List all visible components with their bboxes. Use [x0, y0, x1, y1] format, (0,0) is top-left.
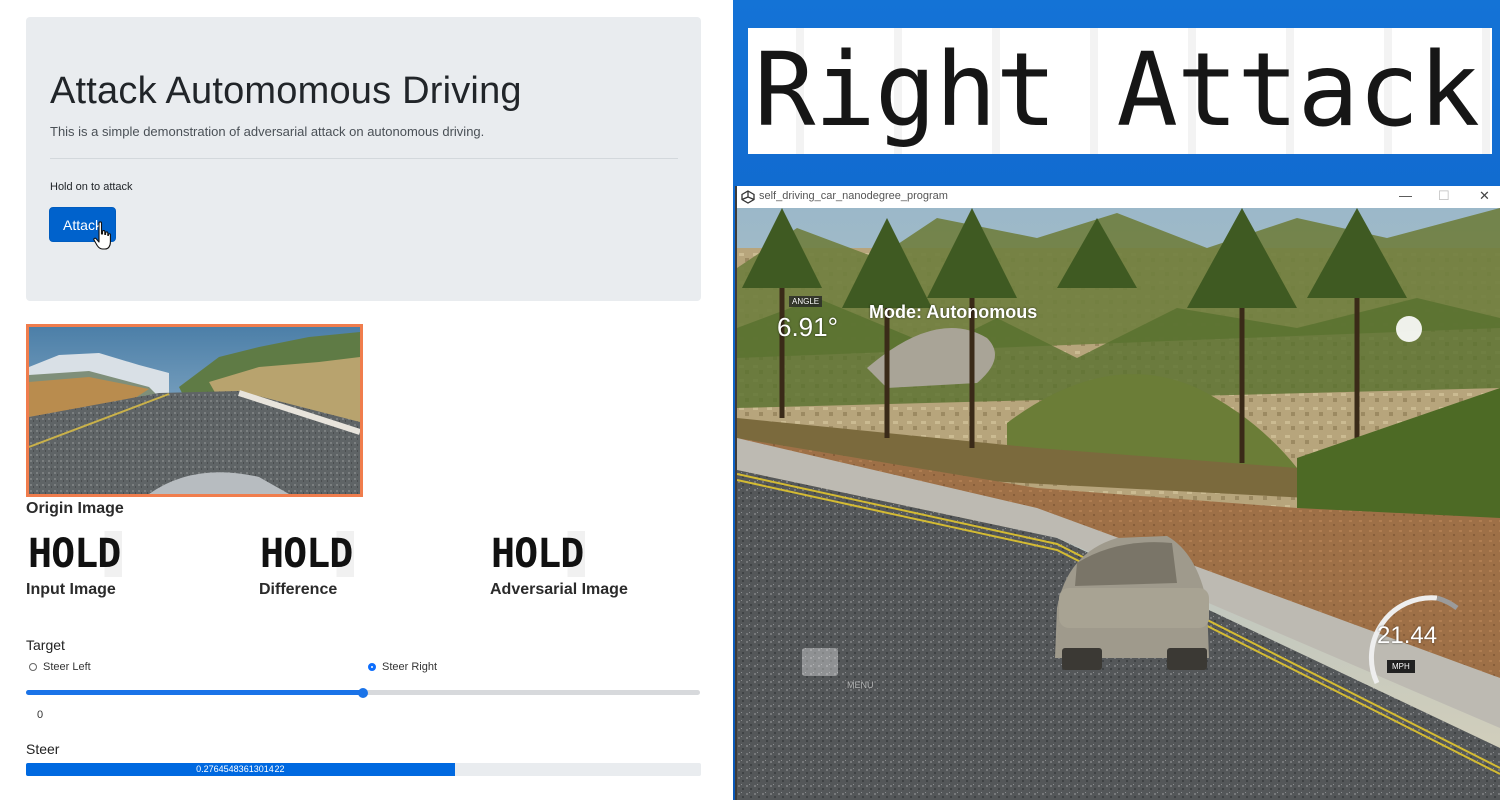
- difference-caption: Difference: [259, 581, 338, 598]
- road-thumbnail: [29, 327, 360, 494]
- slider-value: 0: [37, 709, 44, 721]
- origin-image-caption: Origin Image: [26, 500, 124, 517]
- minimize-icon[interactable]: —: [1399, 188, 1412, 203]
- radio-label: Steer Right: [382, 661, 438, 673]
- radio-button-selected[interactable]: [368, 663, 376, 671]
- mode-text: Mode: Autonomous: [869, 302, 1038, 322]
- simulator-window[interactable]: self_driving_car_nanodegree_program — ☐ …: [735, 186, 1500, 800]
- window-titlebar[interactable]: self_driving_car_nanodegree_program — ☐ …: [737, 186, 1500, 208]
- input-image-placeholder: HOLD: [26, 531, 123, 577]
- adversarial-image-panel: HOLD: [489, 531, 586, 577]
- radio-steer-right[interactable]: Steer Right: [368, 661, 437, 673]
- angle-value: 6.91°: [777, 312, 839, 342]
- slider-fill: [26, 690, 363, 695]
- difference-panel: HOLD: [258, 531, 355, 577]
- origin-image: [26, 324, 363, 497]
- speed-value: 21.44: [1377, 622, 1438, 649]
- hand-cursor-icon: [93, 221, 111, 250]
- steer-label: Steer: [26, 741, 60, 757]
- divider: [50, 158, 678, 159]
- simulator-scene: [737, 208, 1500, 800]
- adversarial-image-placeholder: HOLD: [489, 531, 586, 577]
- banner-text: Right Attack: [754, 31, 1480, 150]
- menu-button[interactable]: MENU: [847, 680, 874, 690]
- close-icon[interactable]: ✕: [1479, 188, 1490, 204]
- hold-instruction: Hold on to attack: [50, 181, 133, 193]
- adversarial-image-caption: Adversarial Image: [490, 581, 628, 598]
- radio-button[interactable]: [29, 663, 37, 671]
- radio-label: Steer Left: [43, 661, 91, 673]
- difference-placeholder: HOLD: [258, 531, 355, 577]
- angle-label: ANGLE: [789, 296, 823, 307]
- radio-steer-left[interactable]: Steer Left: [29, 661, 91, 673]
- jumbotron: [26, 17, 701, 301]
- input-image-panel: HOLD: [26, 531, 123, 577]
- target-label: Target: [26, 637, 65, 653]
- page-title: Attack Automomous Driving: [50, 70, 522, 112]
- slider-thumb[interactable]: [358, 688, 368, 698]
- input-image-caption: Input Image: [26, 581, 116, 598]
- maximize-icon[interactable]: ☐: [1438, 188, 1450, 204]
- unity-icon: [741, 190, 755, 204]
- speed-unit: MPH: [1387, 660, 1415, 673]
- window-title: self_driving_car_nanodegree_program: [759, 190, 948, 202]
- steer-progress-bar: 0.27645483613014 22: [26, 763, 455, 776]
- steer-progress: 0.27645483613014 22: [26, 763, 701, 776]
- page-subtitle: This is a simple demonstration of advers…: [50, 124, 485, 139]
- attack-banner: Right Attack: [748, 28, 1492, 154]
